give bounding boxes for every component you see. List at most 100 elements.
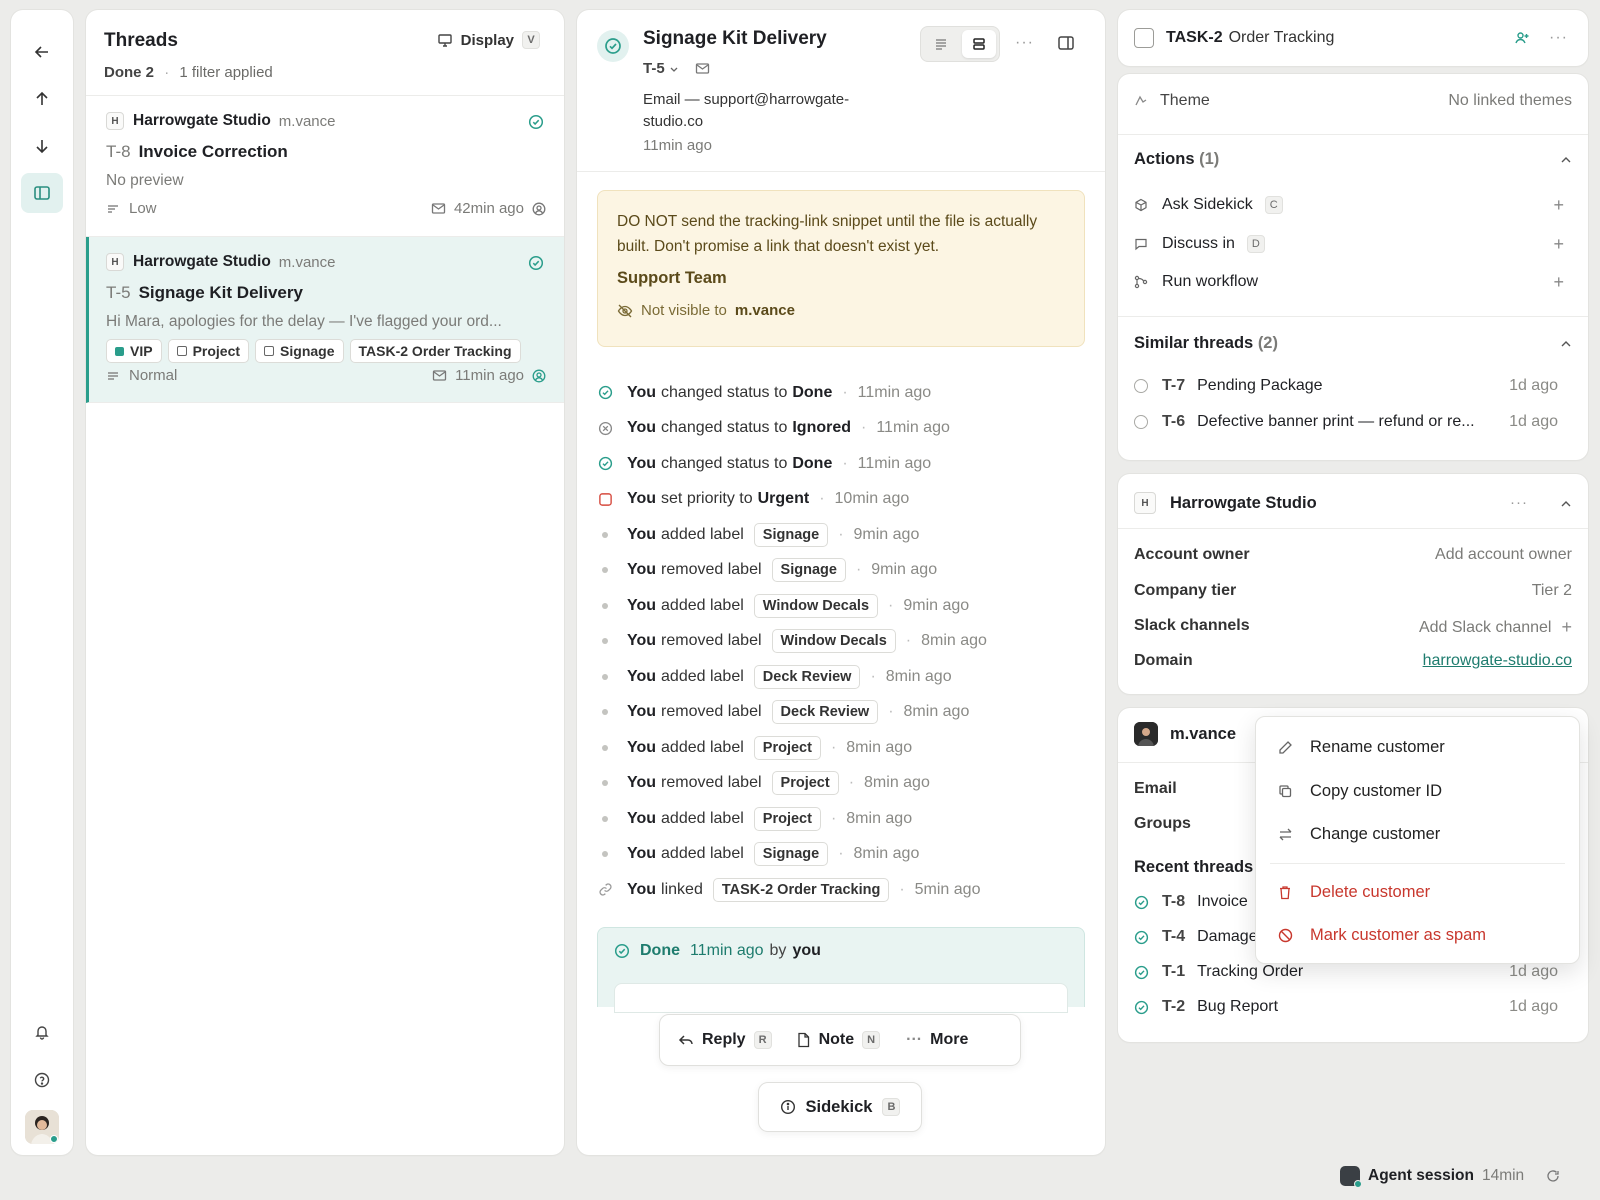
similar-thread-item[interactable]: T-7 Pending Package 1d ago bbox=[1134, 377, 1572, 395]
recent-thread-item[interactable]: T-2 Bug Report 1d ago bbox=[1134, 998, 1572, 1016]
theme-row[interactable]: Theme No linked themes bbox=[1134, 92, 1572, 110]
chevron-up-icon[interactable] bbox=[1560, 498, 1572, 510]
event-label-chip[interactable]: Window Decals bbox=[771, 629, 896, 654]
label-text: Project bbox=[192, 343, 241, 359]
linked-task-card[interactable]: TASK-2 Order Tracking ··· bbox=[1118, 10, 1588, 66]
chevron-down-icon bbox=[669, 64, 679, 74]
panel-toggle-icon[interactable] bbox=[1057, 34, 1075, 52]
action-run-workflow[interactable]: Run workflow + bbox=[1134, 272, 1572, 293]
reply-label: Reply bbox=[702, 1031, 746, 1048]
actions-count: (1) bbox=[1199, 150, 1220, 168]
toggle-sidebar-button[interactable] bbox=[21, 173, 63, 213]
event-time: 8min ago bbox=[864, 774, 930, 792]
chevron-up-icon[interactable] bbox=[1560, 154, 1572, 166]
thread-id-dropdown[interactable]: T-5 bbox=[643, 60, 679, 77]
menu-label: Copy customer ID bbox=[1310, 781, 1443, 800]
more-options-icon[interactable]: ··· bbox=[1015, 34, 1034, 52]
event-text: added label bbox=[661, 845, 744, 863]
action-discuss-in[interactable]: Discuss in D + bbox=[1134, 234, 1572, 255]
notifications-button[interactable] bbox=[21, 1012, 63, 1052]
next-thread-button[interactable] bbox=[21, 126, 63, 166]
bullet-icon bbox=[597, 811, 613, 827]
event-label-chip[interactable]: Project bbox=[753, 735, 821, 760]
company-tier-row[interactable]: Company tier Tier 2 bbox=[1134, 582, 1572, 600]
event-label-chip[interactable]: Project bbox=[771, 771, 839, 796]
conversation-panel: Signage Kit Delivery T-5 Email — support… bbox=[577, 10, 1105, 1155]
label-chip[interactable]: Project bbox=[167, 339, 250, 363]
thread-list-panel: Threads Done 2 · 1 filter applied Displa… bbox=[86, 10, 564, 1155]
plus-icon[interactable]: + bbox=[1553, 234, 1564, 255]
event-label-chip[interactable]: Signage bbox=[771, 558, 846, 583]
company-header[interactable]: H Harrowgate Studio bbox=[1134, 492, 1572, 514]
sidekick-button[interactable]: Sidekick B bbox=[758, 1082, 922, 1132]
help-button[interactable] bbox=[21, 1060, 63, 1100]
change-customer-item[interactable]: Change customer bbox=[1276, 816, 1563, 852]
reply-icon bbox=[678, 1032, 694, 1048]
theme-icon bbox=[1134, 94, 1148, 108]
recent-thread-item[interactable]: T-1 Tracking Order 1d ago bbox=[1134, 963, 1572, 981]
domain-link[interactable]: harrowgate-studio.co bbox=[1423, 652, 1572, 670]
thread-time: 1d ago bbox=[1509, 377, 1558, 394]
plus-icon[interactable]: + bbox=[1553, 272, 1564, 293]
event-label-chip[interactable]: TASK-2 Order Tracking bbox=[712, 877, 890, 902]
event-label-chip[interactable]: Deck Review bbox=[771, 700, 879, 725]
mark-spam-item[interactable]: Mark customer as spam bbox=[1276, 917, 1563, 953]
swap-icon bbox=[1276, 827, 1294, 842]
back-button[interactable] bbox=[21, 32, 63, 72]
event-time: 8min ago bbox=[853, 845, 920, 863]
assign-user-icon[interactable] bbox=[1514, 30, 1530, 46]
chevron-up-icon[interactable] bbox=[1560, 338, 1572, 350]
monitor-icon bbox=[437, 32, 453, 48]
plus-icon[interactable]: + bbox=[1553, 195, 1564, 216]
event-label-chip[interactable]: Signage bbox=[753, 842, 829, 867]
agent-session-indicator[interactable]: Agent session 14min bbox=[1340, 1166, 1560, 1188]
more-options-icon[interactable]: ··· bbox=[1549, 29, 1568, 47]
filter-summary[interactable]: Done 2 · 1 filter applied bbox=[104, 64, 546, 81]
event-label-chip[interactable]: Deck Review bbox=[753, 664, 861, 689]
linked-task-chip[interactable]: TASK-2 Order Tracking bbox=[349, 339, 521, 363]
event-text: removed label bbox=[661, 774, 762, 792]
actions-section-header[interactable]: Actions (1) bbox=[1134, 150, 1572, 169]
view-toggle[interactable] bbox=[920, 26, 1000, 62]
similar-thread-item[interactable]: T-6 Defective banner print — refund or r… bbox=[1134, 413, 1572, 431]
avatar[interactable] bbox=[25, 1110, 59, 1144]
action-ask-sidekick[interactable]: Ask Sidekick C + bbox=[1134, 195, 1572, 216]
display-button[interactable]: Display V bbox=[437, 31, 540, 49]
event-label-chip[interactable]: Window Decals bbox=[753, 593, 879, 618]
company-name: Harrowgate Studio bbox=[1170, 493, 1317, 512]
done-check-icon bbox=[1134, 965, 1149, 980]
event-label-chip[interactable]: Project bbox=[753, 806, 821, 831]
more-button[interactable]: ··· More bbox=[906, 1031, 968, 1049]
note-button[interactable]: Note N bbox=[796, 1031, 881, 1049]
refresh-icon[interactable] bbox=[1546, 1169, 1560, 1183]
rename-customer-item[interactable]: Rename customer bbox=[1276, 729, 1563, 765]
delete-customer-item[interactable]: Delete customer bbox=[1276, 874, 1563, 910]
slack-channels-row[interactable]: Slack channels Add Slack channel + bbox=[1134, 617, 1572, 638]
thread-card-selected[interactable]: H Harrowgate Studio m.vance T-5 Signage … bbox=[86, 237, 564, 403]
label-chip[interactable]: Signage bbox=[255, 339, 344, 363]
mail-icon bbox=[695, 61, 710, 76]
reply-button[interactable]: Reply R bbox=[678, 1031, 772, 1049]
more-dots-icon: ··· bbox=[906, 1031, 923, 1048]
copy-customer-id-item[interactable]: Copy customer ID bbox=[1276, 773, 1563, 809]
thread-card[interactable]: H Harrowgate Studio m.vance T-8 Invoice … bbox=[86, 96, 564, 237]
timeline-event: You added label Project · 8min ago bbox=[597, 730, 1087, 766]
plus-icon[interactable]: + bbox=[1561, 617, 1572, 638]
label-chip[interactable]: VIP bbox=[106, 339, 162, 363]
task-checkbox[interactable] bbox=[1134, 28, 1154, 48]
status-done-icon[interactable] bbox=[597, 30, 629, 62]
similar-section-header[interactable]: Similar threads (2) bbox=[1134, 334, 1572, 353]
list-view-icon[interactable] bbox=[924, 30, 958, 58]
previous-thread-button[interactable] bbox=[21, 79, 63, 119]
mail-icon bbox=[431, 201, 446, 216]
event-value: Urgent bbox=[757, 490, 810, 508]
shortcut-key: C bbox=[1264, 196, 1283, 214]
card-view-icon[interactable] bbox=[962, 30, 996, 58]
account-owner-row[interactable]: Account owner Add account owner bbox=[1134, 546, 1572, 564]
event-label-chip[interactable]: Signage bbox=[753, 522, 829, 547]
separator-dot: · bbox=[855, 561, 862, 579]
more-options-icon[interactable]: ··· bbox=[1510, 494, 1528, 511]
done-check-icon bbox=[528, 255, 544, 271]
conversation-header: Signage Kit Delivery T-5 Email — support… bbox=[577, 10, 1105, 172]
event-actor: You bbox=[627, 703, 657, 721]
